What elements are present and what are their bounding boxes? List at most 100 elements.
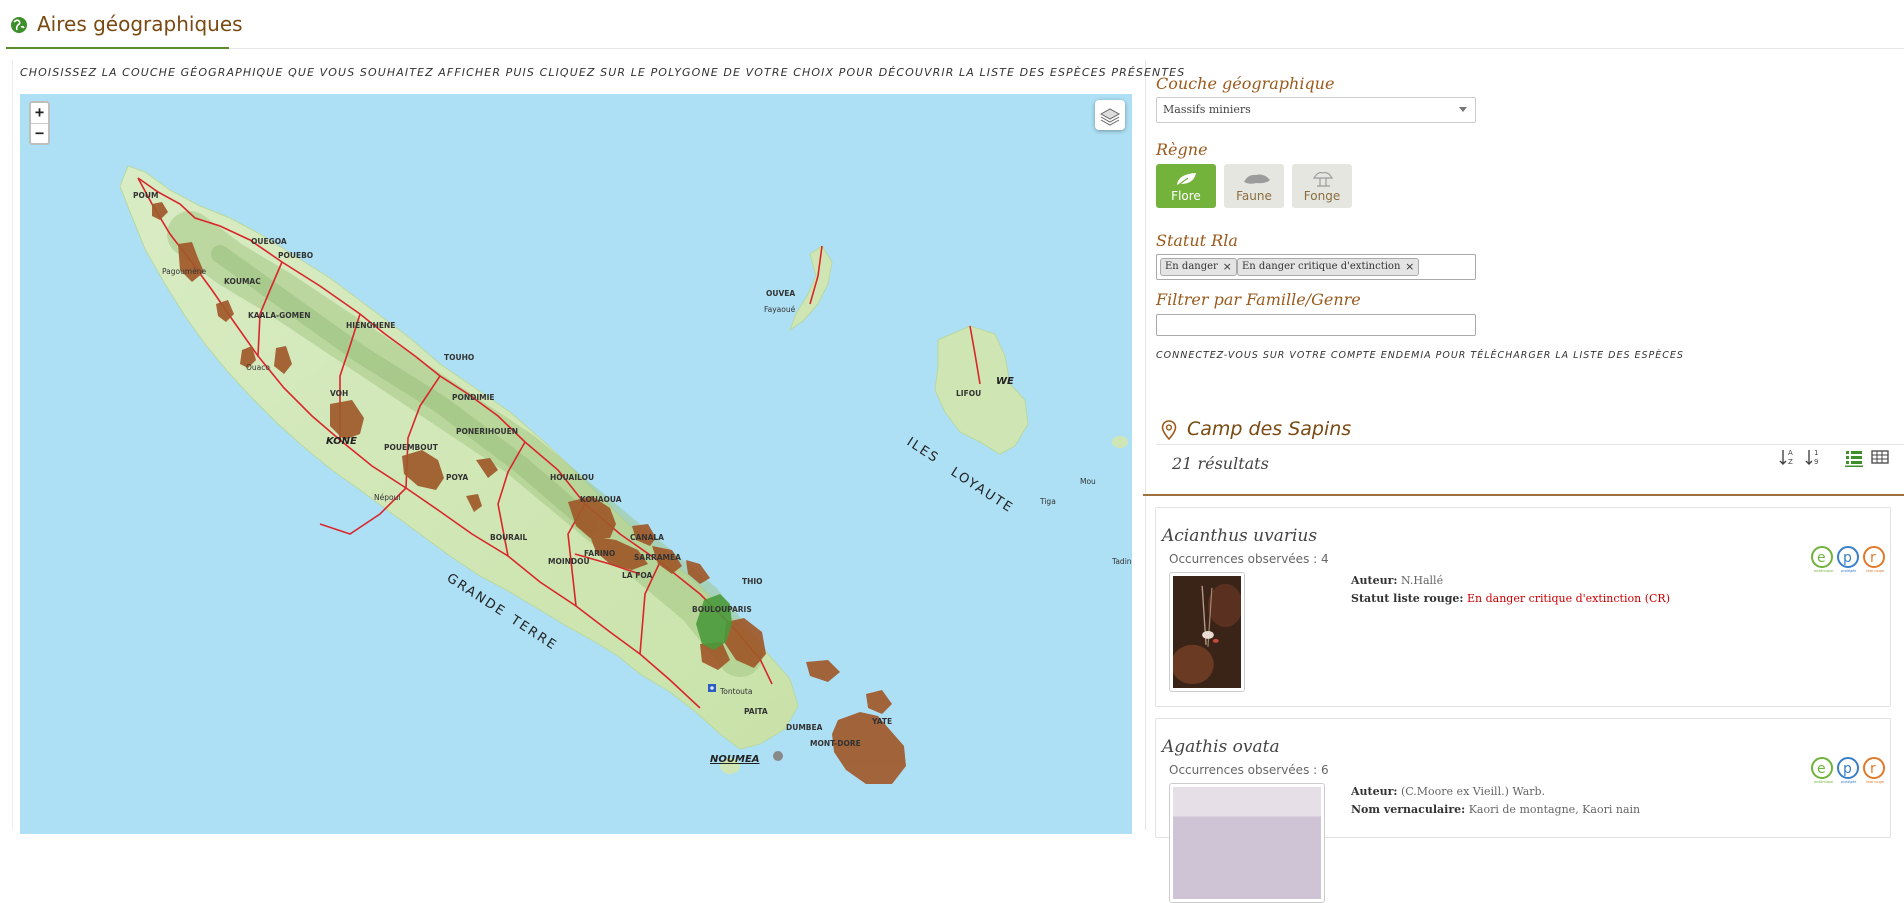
statut-multiselect[interactable]: En danger × En danger critique d'extinct… xyxy=(1156,254,1476,280)
location-pin-icon xyxy=(1161,420,1177,440)
couche-select[interactable]: Massifs miniers xyxy=(1156,97,1476,123)
label-canala: CANALA xyxy=(630,533,664,542)
label-sarramea: SARRAMEA xyxy=(634,553,681,562)
label-thio: THIO xyxy=(742,577,763,586)
label-pouebo: POUEBO xyxy=(278,251,313,260)
leaf-icon xyxy=(1176,173,1196,187)
badge-p-sub: protégée xyxy=(1841,780,1856,784)
mushroom-icon xyxy=(1312,171,1334,187)
badge-p: p xyxy=(1843,550,1852,566)
label-tiga: Tiga xyxy=(1039,497,1056,506)
chevron-down-icon xyxy=(1459,107,1467,112)
species-thumbnail[interactable] xyxy=(1169,572,1245,692)
label-pagou: Pagoumène xyxy=(162,267,207,276)
label-mou: Mou xyxy=(1080,477,1096,486)
auteur-value: N.Hallé xyxy=(1400,574,1444,587)
label-paita: PAITA xyxy=(744,707,768,716)
species-name[interactable]: Acianthus uvarius xyxy=(1162,526,1317,546)
label-bourail: BOURAIL xyxy=(490,533,528,542)
connect-note: CONNECTEZ-VOUS SUR VOTRE COMPTE ENDEMIA … xyxy=(1156,350,1684,361)
label-fayaoue: Fayaoué xyxy=(764,305,796,314)
couche-label: Couche géographique xyxy=(1156,74,1335,93)
remove-tag-icon[interactable]: × xyxy=(1223,260,1232,273)
list-view-icon[interactable] xyxy=(1844,447,1864,467)
label-hienghene: HIENGHENE xyxy=(346,321,395,330)
label-ponerihouen: PONERIHOUEN xyxy=(456,427,518,436)
page-title: Aires géographiques xyxy=(37,12,243,36)
vern-value: Kaori de montagne, Kaori nain xyxy=(1468,803,1641,816)
svg-text:Z: Z xyxy=(1788,458,1793,466)
species-photo xyxy=(1173,787,1321,899)
auteur-value: (C.Moore ex Vieill.) Warb. xyxy=(1400,785,1546,798)
zoom-control: + − xyxy=(29,101,50,145)
label-kone: KONE xyxy=(326,436,357,447)
label-tontouta: Tontouta xyxy=(719,687,752,696)
label-nepoui: Népoui xyxy=(374,493,400,502)
label-lafoa: LA FOA xyxy=(622,571,652,580)
label-ouvea: OUVEA xyxy=(766,289,795,298)
globe-icon xyxy=(11,17,27,33)
label-koumac: KOUMAC xyxy=(224,277,261,286)
label-iles: ILES xyxy=(904,435,942,467)
label-voh: VOH xyxy=(330,389,348,398)
statut-tag-en-danger: En danger × xyxy=(1160,258,1237,276)
remove-tag-icon[interactable]: × xyxy=(1405,260,1414,273)
label-pouembout: POUEMBOUT xyxy=(384,443,439,452)
vern-label: Nom vernaculaire: xyxy=(1351,803,1466,816)
badge-r: r xyxy=(1870,550,1876,566)
statut-value: En danger critique d'extinction (CR) xyxy=(1466,592,1670,605)
sort-numeric-icon[interactable]: 1 9 xyxy=(1804,447,1824,467)
label-dumbea: DUMBEA xyxy=(786,723,823,732)
regne-faune-label: Faune xyxy=(1236,189,1272,203)
label-tadine: Tadine xyxy=(1111,557,1132,566)
epr-badges-icon: e p r endémique protégée liste rouge xyxy=(1811,757,1885,784)
svg-text:A: A xyxy=(1788,449,1793,457)
filtre-input[interactable] xyxy=(1156,314,1476,336)
statut-tag-label: En danger critique d'extinction xyxy=(1242,261,1401,272)
label-noumea: NOUMEA xyxy=(710,754,760,765)
badge-e-sub: endémique xyxy=(1814,780,1833,784)
epr-badges-icon: e p r endémique protégée liste rouge xyxy=(1811,546,1885,573)
map-instruction: CHOISISSEZ LA COUCHE GÉOGRAPHIQUE QUE VO… xyxy=(20,66,1186,79)
species-auteur: Auteur: (C.Moore ex Vieill.) Warb. xyxy=(1351,785,1545,798)
species-statut: Statut liste rouge: En danger critique d… xyxy=(1351,592,1670,605)
label-kouaoua: KOUAOUA xyxy=(580,495,622,504)
zoom-out-button[interactable]: − xyxy=(31,123,48,143)
regne-faune-button[interactable]: Faune xyxy=(1224,164,1284,208)
species-card[interactable]: Agathis ovata Occurrences observées : 6 … xyxy=(1155,718,1891,903)
statut-label: Statut Rla xyxy=(1156,231,1238,250)
label-terre: TERRE xyxy=(507,612,560,654)
layers-button[interactable] xyxy=(1095,100,1125,130)
svg-text:9: 9 xyxy=(1814,458,1818,466)
auteur-label: Auteur: xyxy=(1351,785,1398,798)
map-view[interactable]: POUM OUEGOA POUEBO KOUMAC KAALA-GOMEN HI… xyxy=(20,94,1132,834)
location-title: Camp des Sapins xyxy=(1187,418,1352,440)
species-card[interactable]: Acianthus uvarius Occurrences observées … xyxy=(1155,507,1891,707)
badge-e-sub: endémique xyxy=(1814,569,1833,573)
regne-label: Règne xyxy=(1156,140,1208,159)
regne-flore-button[interactable]: Flore xyxy=(1156,164,1216,208)
map-canvas[interactable]: POUM OUEGOA POUEBO KOUMAC KAALA-GOMEN HI… xyxy=(20,94,1132,834)
label-yate: YATE xyxy=(871,717,892,726)
species-thumbnail[interactable] xyxy=(1169,783,1325,903)
badge-r-sub: liste rouge xyxy=(1866,569,1884,573)
label-poindimie: PONDIMIE xyxy=(452,393,495,402)
results-count: 21 résultats xyxy=(1172,454,1269,473)
table-view-icon[interactable] xyxy=(1870,447,1890,467)
regne-fonge-label: Fonge xyxy=(1303,189,1341,203)
auteur-label: Auteur: xyxy=(1351,574,1398,587)
location-rule xyxy=(1156,444,1904,445)
label-loyaute: LOYAUTE xyxy=(948,465,1016,517)
label-poum: POUM xyxy=(133,191,158,200)
layers-icon xyxy=(1099,108,1121,126)
zoom-in-button[interactable]: + xyxy=(31,103,48,123)
animal-icon xyxy=(1244,174,1270,184)
badge-p-sub: protégée xyxy=(1841,569,1856,573)
sort-alpha-icon[interactable]: A Z xyxy=(1778,447,1798,467)
regne-fonge-button[interactable]: Fonge xyxy=(1292,164,1352,208)
species-name[interactable]: Agathis ovata xyxy=(1162,737,1280,757)
header-rule xyxy=(229,48,1904,49)
statut-tag-critique: En danger critique d'extinction × xyxy=(1237,258,1420,276)
label-we: WE xyxy=(996,376,1014,387)
label-touho: TOUHO xyxy=(444,353,474,362)
